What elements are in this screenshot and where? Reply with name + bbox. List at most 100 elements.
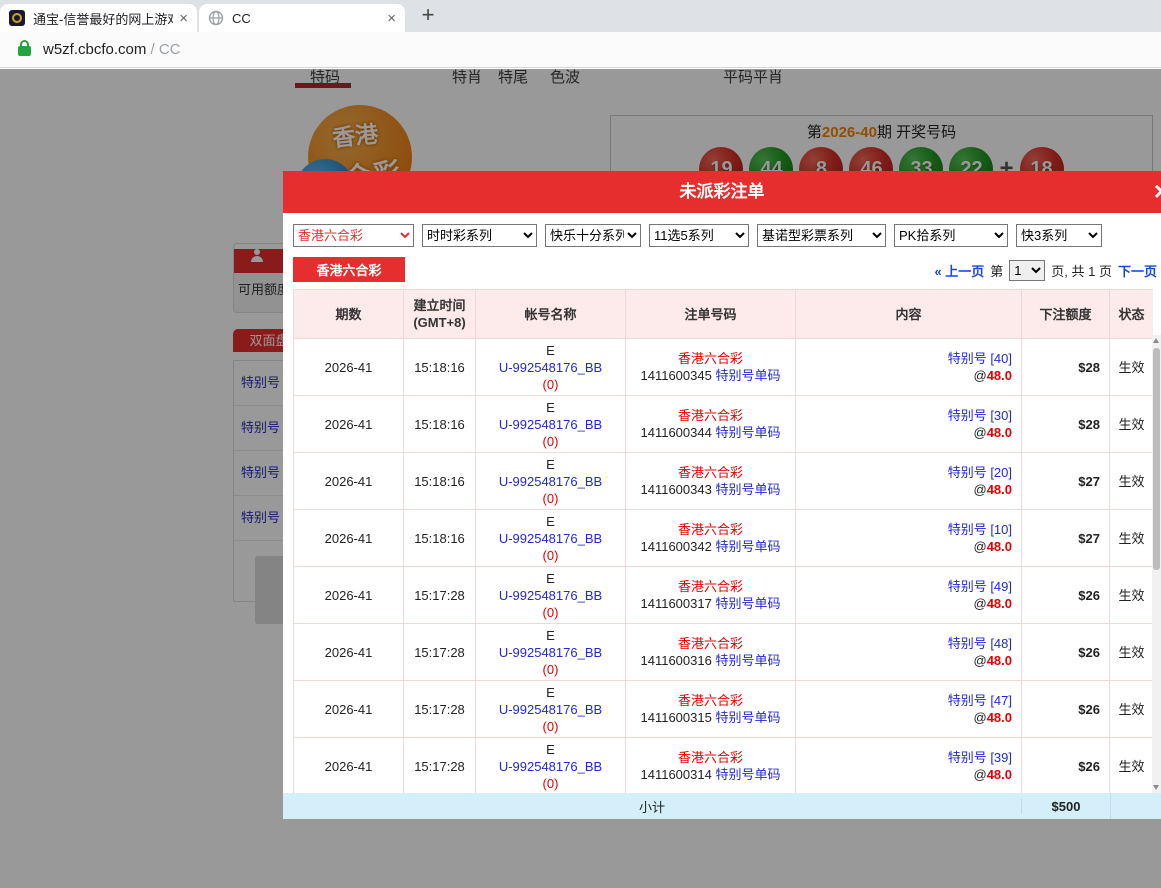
cell-time: 15:17:28 xyxy=(404,738,476,794)
filter-select-1[interactable]: 时时彩系列 xyxy=(422,224,537,247)
modal-close-icon[interactable]: × xyxy=(1154,178,1161,204)
cell-account: EU-992548176_BB(0) xyxy=(476,339,626,396)
bet-detail-link[interactable]: 特别号单码 xyxy=(715,596,780,611)
content-link[interactable]: 特别号 [40] xyxy=(948,351,1012,366)
account-link[interactable]: U-992548176_BB xyxy=(499,360,602,375)
browser-tab-1[interactable]: 通宝-信誉最好的网上游戏平 × xyxy=(0,4,197,32)
bet-detail-link[interactable]: 特别号单码 xyxy=(715,482,780,497)
scroll-down-arrow-icon[interactable] xyxy=(1153,785,1159,790)
account-link[interactable]: U-992548176_BB xyxy=(499,588,602,603)
account-link[interactable]: U-992548176_BB xyxy=(499,759,602,774)
url-host: w5zf.cbcfo.com xyxy=(43,41,146,58)
col-header-6: 状态 xyxy=(1110,290,1154,339)
filter-select-5[interactable]: PK拾系列 xyxy=(894,224,1008,247)
content-link[interactable]: 特别号 [30] xyxy=(948,408,1012,423)
pagination: « 上一页 第 1 页, 共 1 页 下一页 xyxy=(934,260,1157,281)
cell-issue: 2026-41 xyxy=(294,453,404,510)
modal-header: 未派彩注单 × xyxy=(283,171,1161,213)
filter-select-6[interactable]: 快3系列 xyxy=(1016,224,1102,247)
prev-page-link[interactable]: « 上一页 xyxy=(934,261,984,280)
content-link[interactable]: 特别号 [48] xyxy=(948,636,1012,651)
browser-tab-2[interactable]: CC × xyxy=(199,4,405,32)
url-path: / CC xyxy=(151,41,181,58)
tab2-close-icon[interactable]: × xyxy=(387,11,396,26)
tab1-title: 通宝-信誉最好的网上游戏平 xyxy=(33,9,173,28)
cell-time: 15:17:28 xyxy=(404,681,476,738)
cell-status: 生效 xyxy=(1110,567,1154,624)
cell-account: EU-992548176_BB(0) xyxy=(476,453,626,510)
cell-status: 生效 xyxy=(1110,738,1154,794)
tab1-close-icon[interactable]: × xyxy=(179,11,188,26)
col-header-1: 建立时间(GMT+8) xyxy=(404,290,476,339)
cell-issue: 2026-41 xyxy=(294,510,404,567)
bet-detail-link[interactable]: 特别号单码 xyxy=(715,425,780,440)
bet-detail-link[interactable]: 特别号单码 xyxy=(715,767,780,782)
cell-content: 特别号 [10]@48.0 xyxy=(796,510,1022,567)
content-link[interactable]: 特别号 [39] xyxy=(948,750,1012,765)
cell-amount: $27 xyxy=(1022,453,1110,510)
cell-time: 15:17:28 xyxy=(404,567,476,624)
url-bar[interactable]: w5zf.cbcfo.com / CC xyxy=(0,32,1161,68)
game-filter-button[interactable]: 香港六合彩 xyxy=(293,257,405,282)
bet-row: 2026-4115:17:28EU-992548176_BB(0)香港六合彩14… xyxy=(294,624,1154,681)
cell-issue: 2026-41 xyxy=(294,738,404,794)
account-link[interactable]: U-992548176_BB xyxy=(499,417,602,432)
tab2-title: CC xyxy=(232,11,381,26)
filter-select-2[interactable]: 快乐十分系列 xyxy=(545,224,641,247)
filter-row: 香港六合彩时时彩系列快乐十分系列 11选5系列基诺型彩票系列 PK拾系列快3系列 xyxy=(293,224,1102,247)
subtotal-label: 小计 xyxy=(283,797,1021,816)
cell-issue: 2026-41 xyxy=(294,396,404,453)
content-link[interactable]: 特别号 [47] xyxy=(948,693,1012,708)
cell-amount: $26 xyxy=(1022,738,1110,794)
cell-issue: 2026-41 xyxy=(294,681,404,738)
cell-issue: 2026-41 xyxy=(294,567,404,624)
scroll-up-arrow-icon[interactable] xyxy=(1153,338,1159,343)
cell-time: 15:18:16 xyxy=(404,396,476,453)
scrollbar-thumb[interactable] xyxy=(1153,348,1160,570)
filter-select-3[interactable]: 11选5系列 xyxy=(649,224,749,247)
bets-table-wrap: 期数建立时间(GMT+8)帐号名称注单号码内容下注额度状态 2026-4115:… xyxy=(293,289,1153,793)
cell-betno: 香港六合彩1411600315 特别号单码 xyxy=(626,681,796,738)
cell-betno: 香港六合彩1411600342 特别号单码 xyxy=(626,510,796,567)
cell-amount: $28 xyxy=(1022,339,1110,396)
bet-row: 2026-4115:18:16EU-992548176_BB(0)香港六合彩14… xyxy=(294,396,1154,453)
cell-account: EU-992548176_BB(0) xyxy=(476,738,626,794)
cell-status: 生效 xyxy=(1110,396,1154,453)
content-link[interactable]: 特别号 [10] xyxy=(948,522,1012,537)
account-link[interactable]: U-992548176_BB xyxy=(499,702,602,717)
cell-betno: 香港六合彩1411600316 特别号单码 xyxy=(626,624,796,681)
cell-content: 特别号 [20]@48.0 xyxy=(796,453,1022,510)
content-link[interactable]: 特别号 [20] xyxy=(948,465,1012,480)
bet-row: 2026-4115:17:28EU-992548176_BB(0)香港六合彩14… xyxy=(294,738,1154,794)
account-link[interactable]: U-992548176_BB xyxy=(499,531,602,546)
url-text: w5zf.cbcfo.com / CC xyxy=(43,41,181,58)
cell-status: 生效 xyxy=(1110,681,1154,738)
bet-row: 2026-4115:18:16EU-992548176_BB(0)香港六合彩14… xyxy=(294,453,1154,510)
secure-lock-icon xyxy=(18,46,31,56)
bet-detail-link[interactable]: 特别号单码 xyxy=(715,368,780,383)
cell-content: 特别号 [39]@48.0 xyxy=(796,738,1022,794)
bet-detail-link[interactable]: 特别号单码 xyxy=(715,653,780,668)
bet-row: 2026-4115:18:16EU-992548176_BB(0)香港六合彩14… xyxy=(294,510,1154,567)
filter-select-4[interactable]: 基诺型彩票系列 xyxy=(757,224,886,247)
cell-account: EU-992548176_BB(0) xyxy=(476,681,626,738)
bet-detail-link[interactable]: 特别号单码 xyxy=(715,710,780,725)
new-tab-button[interactable]: + xyxy=(414,0,442,32)
page-select[interactable]: 1 xyxy=(1009,260,1045,281)
account-link[interactable]: U-992548176_BB xyxy=(499,645,602,660)
content-link[interactable]: 特别号 [49] xyxy=(948,579,1012,594)
cell-status: 生效 xyxy=(1110,624,1154,681)
filter-select-0[interactable]: 香港六合彩 xyxy=(293,224,414,247)
table-footer: 小计 $500 xyxy=(283,793,1161,819)
cell-account: EU-992548176_BB(0) xyxy=(476,567,626,624)
account-link[interactable]: U-992548176_BB xyxy=(499,474,602,489)
bet-row: 2026-4115:17:28EU-992548176_BB(0)香港六合彩14… xyxy=(294,681,1154,738)
subtotal-amount: $500 xyxy=(1021,799,1110,814)
table-scrollbar[interactable] xyxy=(1152,335,1161,793)
next-page-link[interactable]: 下一页 xyxy=(1118,261,1157,280)
cell-content: 特别号 [30]@48.0 xyxy=(796,396,1022,453)
tab2-globe-icon xyxy=(208,10,224,26)
col-header-3: 注单号码 xyxy=(626,290,796,339)
cell-amount: $26 xyxy=(1022,624,1110,681)
bet-detail-link[interactable]: 特别号单码 xyxy=(715,539,780,554)
